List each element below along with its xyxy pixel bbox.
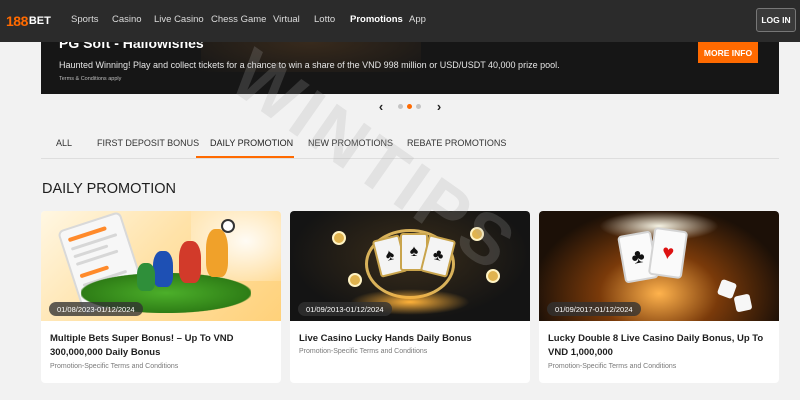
casino-chip-icon [348,273,362,287]
promo-card-image[interactable]: ♠ ♠ ♣ 01/09/2013-01/12/2024 [290,211,530,321]
player-illustration [137,263,155,291]
nav-item-virtual[interactable]: Virtual [273,14,300,25]
promo-card-title[interactable]: Live Casino Lucky Hands Daily Bonus [299,332,524,346]
nav-item-lotto[interactable]: Lotto [314,14,335,25]
nav-item-chess-game[interactable]: Chess Game [211,14,266,25]
promo-card-image[interactable]: 01/08/2023-01/12/2024 [41,211,281,321]
promo-card-terms-link[interactable]: Promotion-Specific Terms and Conditions [50,363,178,370]
tab-first-deposit-bonus[interactable]: FIRST DEPOSIT BONUS [97,138,199,148]
casino-chip-icon [486,269,500,283]
promo-date-badge: 01/09/2017-01/12/2024 [547,302,641,316]
logo-number: 188 [6,13,28,29]
playing-card-icon: ♥ [647,226,689,280]
tab-all[interactable]: ALL [56,138,72,148]
nav-item-promotions[interactable]: Promotions [350,14,403,25]
promo-card-title[interactable]: Lucky Double 8 Live Casino Daily Bonus, … [548,332,773,360]
promo-card-multiple-bets[interactable]: 01/08/2023-01/12/2024 Multiple Bets Supe… [41,211,281,383]
carousel-dot[interactable] [416,104,421,109]
hero-terms[interactable]: Terms & Conditions apply [59,76,121,82]
hero-banner[interactable]: PG Soft - Hallowishes Haunted Winning! P… [41,42,779,94]
promo-card-terms-link[interactable]: Promotion-Specific Terms and Conditions [548,363,676,370]
brand-logo[interactable]: 188 BET [6,6,51,36]
carousel-dot[interactable] [398,104,403,109]
nav-item-live-casino[interactable]: Live Casino [154,14,204,25]
football-icon [221,219,235,233]
casino-chip-icon [470,227,484,241]
nav-item-casino[interactable]: Casino [112,14,142,25]
player-illustration [206,229,228,277]
promo-date-badge: 01/09/2013-01/12/2024 [298,302,392,316]
player-illustration [179,241,201,283]
tab-new-promotions[interactable]: NEW PROMOTIONS [308,138,393,148]
more-info-button[interactable]: MORE INFO [698,42,758,63]
promo-card-lucky-hands[interactable]: ♠ ♠ ♣ 01/09/2013-01/12/2024 Live Casino … [290,211,530,383]
login-button[interactable]: LOG IN [756,8,796,32]
promo-card-terms-link[interactable]: Promotion-Specific Terms and Conditions [299,348,427,355]
tab-daily-promotion[interactable]: DAILY PROMOTION [210,138,293,148]
promo-card-lucky-double-8[interactable]: ♣ ♥ 01/09/2017-01/12/2024 Lucky Double 8… [539,211,779,383]
chevron-right-icon[interactable]: › [434,99,444,114]
section-title: DAILY PROMOTION [42,181,177,197]
logo-text: BET [28,15,51,27]
carousel-dot-active[interactable] [407,104,412,109]
tabs-divider [41,158,779,159]
casino-chip-icon [332,231,346,245]
hero-title: PG Soft - Hallowishes [59,42,204,51]
promo-card-title[interactable]: Multiple Bets Super Bonus! – Up To VND 3… [50,332,275,360]
nav-item-sports[interactable]: Sports [71,14,98,25]
hero-description: Haunted Winning! Play and collect ticket… [59,60,560,70]
promo-date-badge: 01/08/2023-01/12/2024 [49,302,143,316]
tab-rebate-promotions[interactable]: REBATE PROMOTIONS [407,138,506,148]
dice-icon [733,293,753,313]
chevron-left-icon[interactable]: ‹ [376,99,386,114]
promo-card-image[interactable]: ♣ ♥ 01/09/2017-01/12/2024 [539,211,779,321]
nav-item-app[interactable]: App [409,14,426,25]
top-navigation: 188 BET Sports Casino Live Casino Chess … [0,0,800,42]
player-illustration [153,251,173,287]
